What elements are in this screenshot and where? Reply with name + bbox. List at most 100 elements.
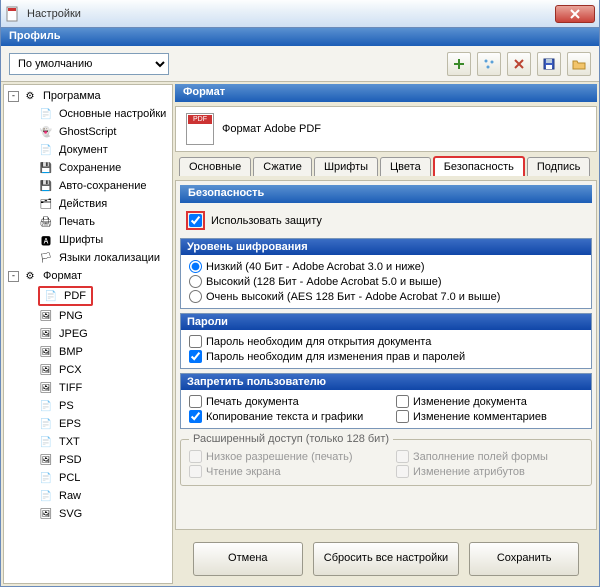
use-protection-row: Использовать защиту: [180, 207, 592, 234]
cancel-button[interactable]: Отмена: [193, 542, 303, 576]
tab-fonts[interactable]: Шрифты: [314, 157, 378, 176]
actions-icon: 🗂: [38, 196, 54, 212]
adv-form-checkbox: [396, 450, 409, 463]
tree-node[interactable]: 🖼BMP: [4, 343, 172, 361]
pdf-icon: 📄: [43, 288, 59, 304]
tiff-icon: 🖼: [38, 380, 54, 396]
add-profile-button[interactable]: [447, 52, 471, 76]
svg-icon: 🖼: [38, 506, 54, 522]
deny-modify-checkbox[interactable]: [396, 395, 409, 408]
tab-general[interactable]: Основные: [179, 157, 251, 176]
tab-compression[interactable]: Сжатие: [253, 157, 312, 176]
encryption-low-radio[interactable]: [189, 260, 202, 273]
settings-window: Настройки Профиль По умолчанию -⚙Програм…: [0, 0, 600, 587]
tab-strip: Основные Сжатие Шрифты Цвета Безопасност…: [175, 156, 597, 176]
toolbar: По умолчанию: [1, 46, 599, 82]
use-protection-label: Использовать защиту: [211, 215, 322, 227]
tree-node[interactable]: 📄Raw: [4, 487, 172, 505]
tree-node[interactable]: 💾Сохранение: [4, 159, 172, 177]
sparkle-icon: [482, 57, 496, 71]
open-profile-button[interactable]: [567, 52, 591, 76]
profile-select[interactable]: По умолчанию: [9, 53, 169, 75]
encryption-section: Уровень шифрования Низкий (40 Бит - Adob…: [180, 238, 592, 309]
deny-copy-label: Копирование текста и графики: [206, 411, 363, 423]
tree-node[interactable]: 📄PCL: [4, 469, 172, 487]
tab-signature[interactable]: Подпись: [527, 157, 591, 176]
deny-print-label: Печать документа: [206, 396, 299, 408]
passwords-header: Пароли: [181, 314, 591, 330]
tab-body-security: Безопасность Использовать защиту Уровень…: [175, 180, 597, 530]
encryption-header: Уровень шифрования: [181, 239, 591, 255]
advanced-header: Расширенный доступ (только 128 бит): [189, 433, 393, 445]
deny-comments-label: Изменение комментариев: [413, 411, 547, 423]
password-open-label: Пароль необходим для открытия документа: [206, 336, 431, 348]
tree-node[interactable]: 💾Авто-сохранение: [4, 177, 172, 195]
tree-node-program[interactable]: -⚙Программа: [4, 87, 172, 105]
jpeg-icon: 🖼: [38, 326, 54, 342]
window-title: Настройки: [27, 8, 555, 20]
tree-node[interactable]: 🖼TIFF: [4, 379, 172, 397]
png-icon: 🖼: [38, 308, 54, 324]
security-header: Безопасность: [180, 185, 592, 203]
cross-icon: [512, 57, 526, 71]
tree-node[interactable]: 📄Документ: [4, 141, 172, 159]
tree-node[interactable]: 📄Основные настройки: [4, 105, 172, 123]
tree-node[interactable]: 📄TXT: [4, 433, 172, 451]
adv-lowres-checkbox: [189, 450, 202, 463]
tab-security[interactable]: Безопасность: [433, 156, 525, 176]
tree-node[interactable]: 📄EPS: [4, 415, 172, 433]
delete-profile-button[interactable]: [507, 52, 531, 76]
password-open-checkbox[interactable]: [189, 335, 202, 348]
reset-button[interactable]: Сбросить все настройки: [313, 542, 459, 576]
floppy-icon: 💾: [38, 160, 54, 176]
font-icon: 🅰: [38, 232, 54, 248]
advanced-section: Расширенный доступ (только 128 бит) Низк…: [180, 433, 592, 486]
gs-icon: 👻: [38, 124, 54, 140]
pcl-icon: 📄: [38, 470, 54, 486]
adv-form-label: Заполнение полей формы: [413, 451, 548, 463]
txt-icon: 📄: [38, 434, 54, 450]
encryption-veryhigh-label: Очень высокий (AES 128 Бит - Adobe Acrob…: [206, 291, 500, 303]
tree-node[interactable]: 🗂Действия: [4, 195, 172, 213]
floppy-icon: [542, 57, 556, 71]
tree-node[interactable]: 🅰Шрифты: [4, 231, 172, 249]
close-button[interactable]: [555, 5, 595, 23]
tree-node[interactable]: 🖼PSD: [4, 451, 172, 469]
deny-comments-checkbox[interactable]: [396, 410, 409, 423]
tree-node[interactable]: 🖨Печать: [4, 213, 172, 231]
tree-node[interactable]: 🖼PNG: [4, 307, 172, 325]
reset-profile-button[interactable]: [477, 52, 501, 76]
page-icon: 📄: [38, 106, 54, 122]
save-profile-button[interactable]: [537, 52, 561, 76]
format-header: Формат: [175, 84, 597, 102]
encryption-high-radio[interactable]: [189, 275, 202, 288]
app-icon: [5, 6, 21, 22]
tree-node[interactable]: 🖼JPEG: [4, 325, 172, 343]
tree-node[interactable]: 👻GhostScript: [4, 123, 172, 141]
close-icon: [570, 9, 580, 19]
encryption-veryhigh-radio[interactable]: [189, 290, 202, 303]
tab-colors[interactable]: Цвета: [380, 157, 431, 176]
deny-section: Запретить пользователю Печать документа …: [180, 373, 592, 429]
encryption-low-label: Низкий (40 Бит - Adobe Acrobat 3.0 и ниж…: [206, 261, 425, 273]
profile-header: Профиль: [1, 28, 599, 46]
save-button[interactable]: Сохранить: [469, 542, 579, 576]
document-icon: 📄: [38, 142, 54, 158]
gear-icon: ⚙: [22, 268, 38, 284]
tree-node-pdf[interactable]: 📄PDF: [4, 285, 172, 307]
eps-icon: 📄: [38, 416, 54, 432]
pdf-format-icon: [186, 113, 214, 145]
tree-node[interactable]: 🖼PCX: [4, 361, 172, 379]
tree-node[interactable]: 📄PS: [4, 397, 172, 415]
tree-node-format[interactable]: -⚙Формат: [4, 267, 172, 285]
nav-tree[interactable]: -⚙Программа 📄Основные настройки 👻GhostSc…: [3, 84, 173, 584]
password-perm-checkbox[interactable]: [189, 350, 202, 363]
deny-print-checkbox[interactable]: [189, 395, 202, 408]
deny-copy-checkbox[interactable]: [189, 410, 202, 423]
password-perm-label: Пароль необходим для изменения прав и па…: [206, 351, 465, 363]
adv-attrs-label: Изменение атрибутов: [413, 466, 525, 478]
use-protection-checkbox[interactable]: [189, 214, 202, 227]
tree-node[interactable]: 🖼SVG: [4, 505, 172, 523]
adv-attrs-checkbox: [396, 465, 409, 478]
tree-node[interactable]: 🏳Языки локализации: [4, 249, 172, 267]
